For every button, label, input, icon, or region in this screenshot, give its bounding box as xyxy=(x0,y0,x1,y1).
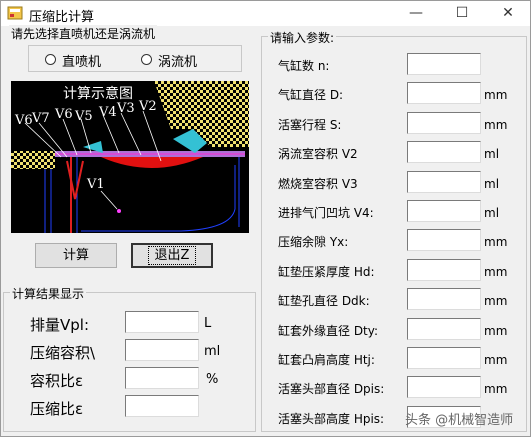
result-volume-ratio-unit: % xyxy=(206,372,219,387)
app-window: 压缩比计算 — ☐ ✕ 请先选择直喷机还是涡流机 直喷机 涡流机 计算示意图 V… xyxy=(0,0,531,437)
close-button[interactable]: ✕ xyxy=(485,1,531,26)
label-v4: V4 xyxy=(99,105,117,120)
engine-select-label: 请先选择直喷机还是涡流机 xyxy=(9,25,158,42)
param-label: 缸套外缘直径 Dty: xyxy=(278,324,379,338)
maximize-button[interactable]: ☐ xyxy=(439,1,485,26)
result-displacement-field[interactable] xyxy=(125,311,199,333)
param-label: 气缸直径 D: xyxy=(278,88,344,102)
exit-button[interactable]: 退出Z xyxy=(131,243,213,268)
radio-swirl-chamber[interactable] xyxy=(141,54,152,65)
radio-swirl-chamber-label: 涡流机 xyxy=(158,55,198,70)
exit-button-label: 退出Z xyxy=(147,246,197,265)
param-unit: mm xyxy=(484,88,508,102)
param-input[interactable] xyxy=(407,376,481,398)
param-input[interactable] xyxy=(407,200,481,222)
results-group-label: 计算结果显示 xyxy=(10,285,87,302)
result-compression-volume-label: 压缩容积\ xyxy=(30,344,96,362)
param-unit: mm xyxy=(484,382,508,396)
param-input[interactable] xyxy=(407,112,481,134)
label-v2: V2 xyxy=(139,99,157,114)
params-group-label: 请输入参数: xyxy=(268,29,337,46)
param-label: 气缸数 n: xyxy=(278,59,330,73)
param-label: 缸垫孔直径 Ddk: xyxy=(278,294,370,308)
param-label: 压缩余隙 Yx: xyxy=(278,235,349,249)
result-compression-ratio-field[interactable] xyxy=(125,395,199,417)
param-label: 燃烧室容积 V3 xyxy=(278,177,358,191)
param-input[interactable] xyxy=(407,347,481,369)
result-displacement-unit: L xyxy=(204,316,212,331)
param-unit: ml xyxy=(484,177,500,191)
param-unit: ml xyxy=(484,147,500,161)
label-v7: V7 xyxy=(32,111,50,126)
param-input[interactable] xyxy=(407,82,481,104)
param-input[interactable] xyxy=(407,53,481,75)
label-v1: V1 xyxy=(87,177,105,192)
param-label: 涡流室容积 V2 xyxy=(278,147,358,161)
window-title: 压缩比计算 xyxy=(29,10,95,25)
param-input[interactable] xyxy=(407,318,481,340)
param-label: 活塞头部高度 Hpis: xyxy=(278,412,385,426)
param-input[interactable] xyxy=(407,259,481,281)
calculate-button[interactable]: 计算 xyxy=(35,243,117,268)
param-label: 活塞头部直径 Dpis: xyxy=(278,382,385,396)
watermark: 头条 @机械智造师 xyxy=(405,413,514,428)
result-volume-ratio-label: 容积比ε xyxy=(30,372,84,390)
param-input[interactable] xyxy=(407,229,481,251)
param-input[interactable] xyxy=(407,288,481,310)
param-unit: mm xyxy=(484,118,508,132)
param-input[interactable] xyxy=(407,141,481,163)
calculation-diagram: 计算示意图 V6 V7 V6 V5 V4 V3 V2 V1 xyxy=(11,81,249,233)
param-label: 缸垫压紧厚度 Hd: xyxy=(278,265,375,279)
param-unit: mm xyxy=(484,235,508,249)
result-volume-ratio-field[interactable] xyxy=(125,367,199,389)
result-compression-volume-unit: ml xyxy=(204,344,221,359)
result-compression-ratio-label: 压缩比ε xyxy=(30,400,84,418)
param-input[interactable] xyxy=(407,171,481,193)
param-unit: ml xyxy=(484,206,500,220)
result-compression-volume-field[interactable] xyxy=(125,339,199,361)
param-label: 活塞行程 S: xyxy=(278,118,342,132)
diagram-title: 计算示意图 xyxy=(63,86,133,102)
param-unit: mm xyxy=(484,294,508,308)
param-label: 缸套凸肩高度 Htj: xyxy=(278,353,375,367)
engine-select-group: 直喷机 涡流机 xyxy=(28,45,242,72)
result-displacement-label: 排量Vpl: xyxy=(30,316,90,334)
param-unit: mm xyxy=(484,353,508,367)
radio-direct-injection-label: 直喷机 xyxy=(62,55,102,70)
label-v3: V3 xyxy=(117,101,135,116)
label-v6: V6 xyxy=(15,113,33,128)
radio-direct-injection[interactable] xyxy=(45,54,56,65)
param-label: 进排气门凹坑 V4: xyxy=(278,206,374,220)
label-v6-second: V6 xyxy=(55,107,73,122)
param-unit: mm xyxy=(484,265,508,279)
minimize-button[interactable]: — xyxy=(393,1,439,26)
label-v5: V5 xyxy=(75,109,93,124)
title-bar: 压缩比计算 — ☐ ✕ xyxy=(1,1,530,26)
app-icon xyxy=(7,6,23,20)
param-unit: mm xyxy=(484,324,508,338)
